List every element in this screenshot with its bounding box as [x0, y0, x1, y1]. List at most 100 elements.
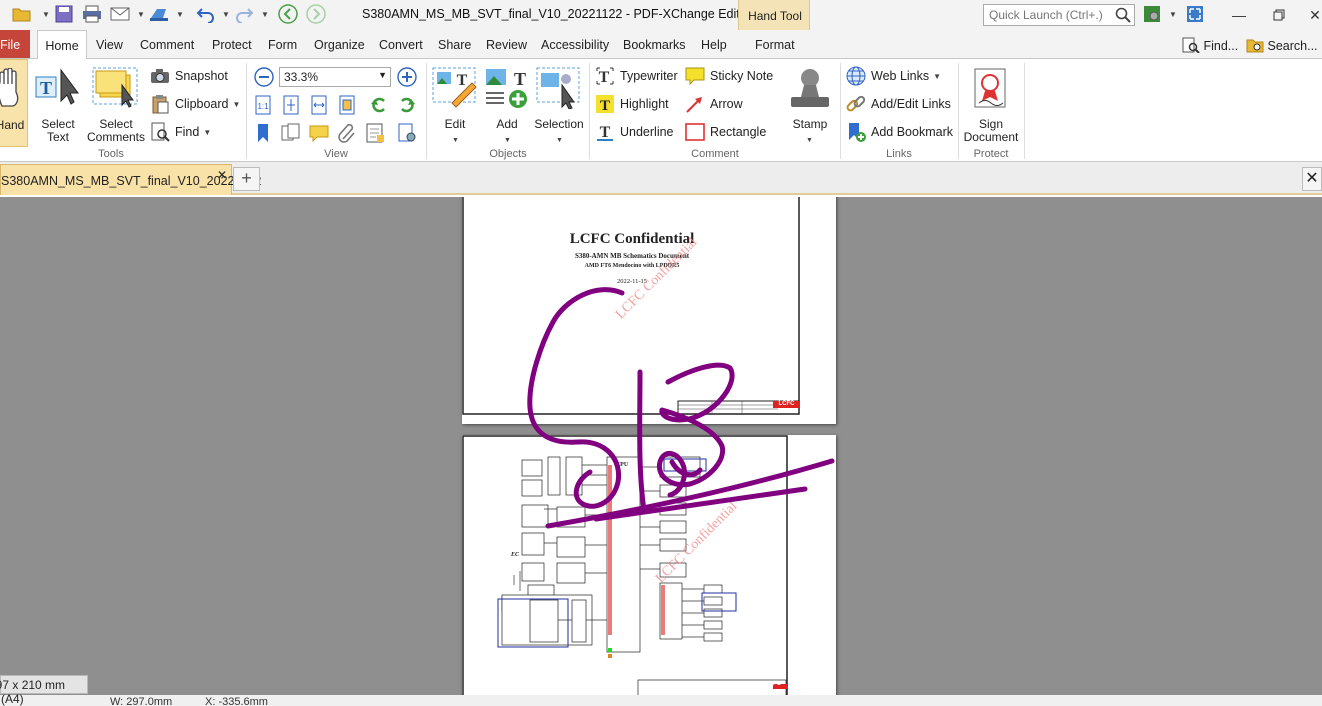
- properties-pane-icon[interactable]: [365, 123, 385, 143]
- underline-button[interactable]: T Underline: [595, 121, 674, 143]
- highlight-button[interactable]: T Highlight: [595, 93, 669, 115]
- svg-text:T: T: [600, 98, 610, 114]
- select-comments-icon: [92, 67, 140, 112]
- sticky-note-icon: [685, 66, 705, 86]
- search-icon[interactable]: [1115, 7, 1131, 26]
- tab-view[interactable]: View: [96, 38, 123, 52]
- fullscreen-icon[interactable]: [1185, 4, 1205, 24]
- selection-button[interactable]: Selection ▼: [532, 59, 586, 147]
- new-tab-button[interactable]: +: [233, 167, 260, 191]
- search-button[interactable]: Search...: [1246, 37, 1318, 53]
- tab-accessibility[interactable]: Accessibility: [541, 38, 609, 52]
- fit-page-icon[interactable]: [281, 95, 301, 115]
- select-text-button[interactable]: T Select Text: [34, 59, 82, 147]
- chevron-down-icon[interactable]: ▼: [261, 10, 269, 19]
- close-icon[interactable]: ✕: [217, 168, 227, 182]
- tab-convert[interactable]: Convert: [379, 38, 423, 52]
- rotate-left-icon[interactable]: [369, 95, 389, 115]
- back-icon[interactable]: [278, 4, 298, 24]
- comments-pane-icon[interactable]: [309, 123, 329, 143]
- ribbon-tab-row: View Comment Protect Form Organize Conve…: [0, 30, 1322, 58]
- web-links-button[interactable]: Web Links ▼: [846, 65, 941, 87]
- chevron-down-icon[interactable]: ▼: [42, 10, 50, 19]
- edit-objects-button[interactable]: T Edit ▼: [430, 59, 480, 147]
- window-title: S380AMN_MS_MB_SVT_final_V10_20221122 - P…: [362, 7, 751, 21]
- rectangle-label: Rectangle: [710, 125, 767, 139]
- quick-launch-input[interactable]: Quick Launch (Ctrl+.): [983, 4, 1135, 26]
- links-group-label: Links: [886, 148, 912, 160]
- chevron-down-icon[interactable]: ▼: [137, 10, 145, 19]
- clipboard-button[interactable]: Clipboard ▼: [150, 93, 240, 115]
- document-viewport[interactable]: LCFC Confidential S380-AMN MB Schematics…: [0, 197, 1322, 695]
- rectangle-button[interactable]: Rectangle: [685, 121, 766, 143]
- tab-share[interactable]: Share: [438, 38, 471, 52]
- chevron-down-icon[interactable]: ▼: [378, 70, 387, 80]
- attachments-pane-icon[interactable]: [337, 123, 357, 143]
- tab-home-label: Home: [45, 39, 79, 53]
- tab-form[interactable]: Form: [268, 38, 297, 52]
- sticky-note-button[interactable]: Sticky Note: [685, 65, 773, 87]
- tab-help[interactable]: Help: [701, 38, 727, 52]
- close-window-button[interactable]: ✕: [1302, 3, 1322, 27]
- fit-width-icon[interactable]: [309, 95, 329, 115]
- view-group-label: View: [324, 148, 348, 160]
- arrow-button[interactable]: Arrow: [685, 93, 743, 115]
- chevron-down-icon[interactable]: ▼: [176, 10, 184, 19]
- tab-bookmarks[interactable]: Bookmarks: [623, 38, 686, 52]
- stamp-button[interactable]: Stamp ▼: [782, 59, 838, 147]
- find-button[interactable]: Find...: [1182, 37, 1238, 54]
- sign-document-button[interactable]: Sign Document: [960, 59, 1022, 147]
- undo-icon[interactable]: [196, 4, 216, 24]
- open-folder-icon[interactable]: [12, 4, 32, 24]
- pdf-page-1[interactable]: LCFC Confidential S380-AMN MB Schematics…: [462, 197, 836, 424]
- tab-home[interactable]: Home: [37, 30, 87, 59]
- bookmarks-pane-icon[interactable]: [253, 123, 273, 143]
- actual-size-icon[interactable]: 1:1: [253, 95, 273, 115]
- scan-icon[interactable]: [149, 4, 169, 24]
- hand-tool-button[interactable]: Hand: [0, 59, 28, 147]
- zoom-in-icon[interactable]: [397, 67, 417, 87]
- zoom-level-select[interactable]: 33.3% ▼: [279, 67, 391, 87]
- thumbnails-pane-icon[interactable]: [281, 123, 301, 143]
- tab-protect[interactable]: Protect: [212, 38, 252, 52]
- minimize-button[interactable]: —: [1226, 3, 1252, 27]
- tab-organize[interactable]: Organize: [314, 38, 365, 52]
- selection-icon: [536, 67, 582, 112]
- hand-icon: [0, 67, 24, 111]
- add-objects-button[interactable]: T Add ▼: [482, 59, 532, 147]
- objects-group-label: Objects: [489, 148, 527, 160]
- rectangle-icon: [685, 122, 705, 142]
- settings-icon[interactable]: [1142, 4, 1162, 24]
- snapshot-button[interactable]: Snapshot: [150, 65, 228, 87]
- zoom-out-icon[interactable]: [254, 67, 274, 87]
- view-settings-icon[interactable]: [397, 123, 417, 143]
- restore-button[interactable]: [1266, 3, 1292, 27]
- close-document-button[interactable]: ✕: [1302, 167, 1322, 191]
- save-icon[interactable]: [54, 4, 74, 24]
- find-tool-button[interactable]: Find ▼: [150, 121, 211, 143]
- clipboard-icon: [150, 94, 170, 114]
- tab-comment[interactable]: Comment: [140, 38, 194, 52]
- protect-group-label: Protect: [973, 148, 1009, 160]
- chevron-down-icon: ▼: [933, 71, 942, 81]
- select-comments-label: Select Comments: [86, 117, 145, 144]
- rotate-right-icon[interactable]: [397, 95, 417, 115]
- cursor-x-readout: X: -335.6mm: [205, 696, 268, 706]
- tab-review[interactable]: Review: [486, 38, 527, 52]
- chevron-down-icon[interactable]: ▼: [222, 10, 230, 19]
- email-icon[interactable]: [110, 4, 130, 24]
- tab-format[interactable]: Format: [755, 38, 795, 52]
- typewriter-button[interactable]: T Typewriter: [595, 65, 678, 87]
- print-icon[interactable]: [82, 4, 102, 24]
- add-bookmark-button[interactable]: Add Bookmark: [846, 121, 953, 143]
- document-tab[interactable]: S380AMN_MS_MB_SVT_final_V10_20221122 ✕: [0, 164, 261, 195]
- tab-file[interactable]: File: [0, 30, 30, 58]
- fit-visible-icon[interactable]: [337, 95, 357, 115]
- forward-icon[interactable]: [306, 4, 326, 24]
- zoom-level-value: 33.3%: [284, 70, 319, 84]
- pdf-page-2[interactable]: CPU EC LCFC Confidential LCFC: [462, 435, 836, 695]
- add-edit-links-button[interactable]: Add/Edit Links: [846, 93, 951, 115]
- select-comments-button[interactable]: Select Comments: [84, 59, 148, 147]
- redo-icon[interactable]: [234, 4, 254, 24]
- chevron-down-icon[interactable]: ▼: [1169, 10, 1177, 19]
